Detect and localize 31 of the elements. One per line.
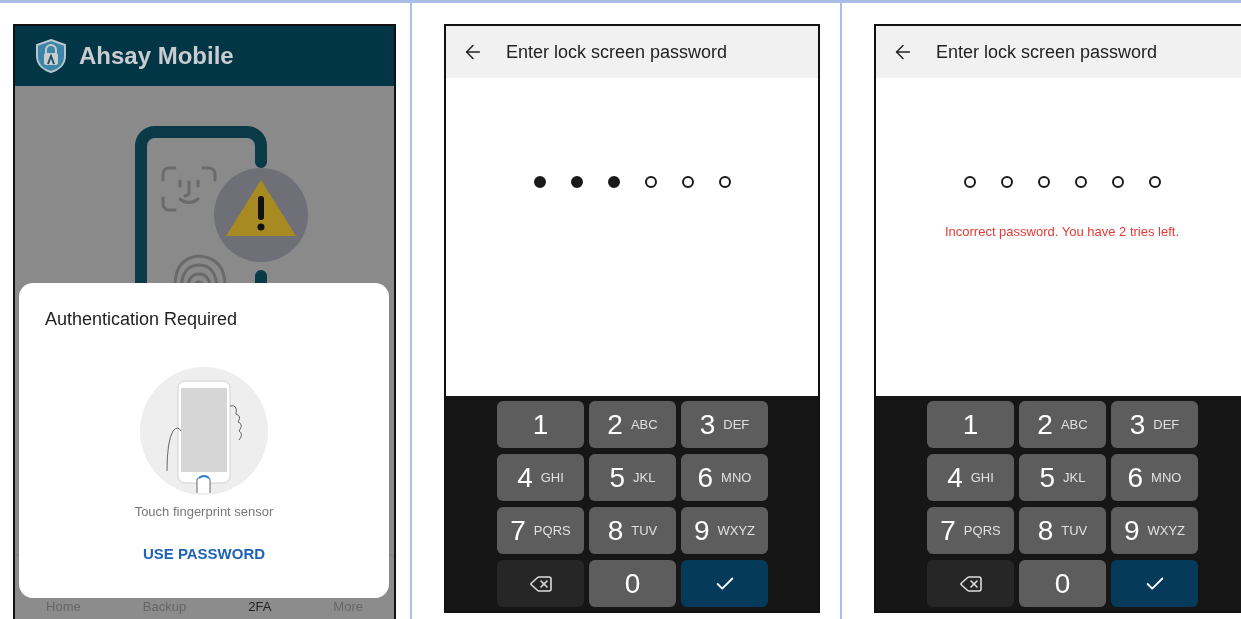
nav-tab[interactable]: 2FA (248, 599, 272, 614)
use-password-button[interactable]: USE PASSWORD (134, 541, 274, 566)
digit-key[interactable]: 7 PQRS (927, 507, 1014, 554)
screen-title: Enter lock screen password (936, 41, 1158, 63)
digit-key[interactable]: 9 WXYZ (681, 507, 768, 554)
digit-key[interactable]: 5 JKL (589, 454, 676, 501)
digit-key[interactable]: 7 PQRS (497, 507, 584, 554)
digit-key[interactable]: 3 DEF (681, 401, 768, 448)
digit-key[interactable]: 5 JKL (1019, 454, 1106, 501)
digit-key[interactable]: 6 MNO (681, 454, 768, 501)
digit-key[interactable]: 8 TUV (589, 507, 676, 554)
digit-key[interactable]: 4 GHI (927, 454, 1014, 501)
digit-key[interactable]: 9 WXYZ (1111, 507, 1198, 554)
backspace-key[interactable] (497, 560, 584, 607)
digit-key[interactable]: 4 GHI (497, 454, 584, 501)
digit-key[interactable]: 3 DEF (1111, 401, 1198, 448)
digit-key[interactable]: 1 (497, 401, 584, 448)
digit-key[interactable]: 2 ABC (1019, 401, 1106, 448)
shield-lock-logo-icon (35, 38, 67, 74)
screen-title: Enter lock screen password (506, 41, 728, 63)
fingerprint-hint: Touch fingerprint sensor (134, 504, 274, 519)
digit-key[interactable]: 8 TUV (1019, 507, 1106, 554)
error-message: Incorrect password. You have 2 tries left. (944, 224, 1180, 239)
digit-key[interactable]: 2 ABC (589, 401, 676, 448)
digit-key[interactable]: 6 MNO (1111, 454, 1198, 501)
digit-key[interactable]: 0 (589, 560, 676, 607)
digit-key[interactable]: 1 (927, 401, 1014, 448)
app-title: Ahsay Mobile (79, 42, 234, 70)
backspace-key[interactable] (927, 560, 1014, 607)
digit-key[interactable]: 0 (1019, 560, 1106, 607)
dialog-title: Authentication Required (45, 309, 238, 330)
